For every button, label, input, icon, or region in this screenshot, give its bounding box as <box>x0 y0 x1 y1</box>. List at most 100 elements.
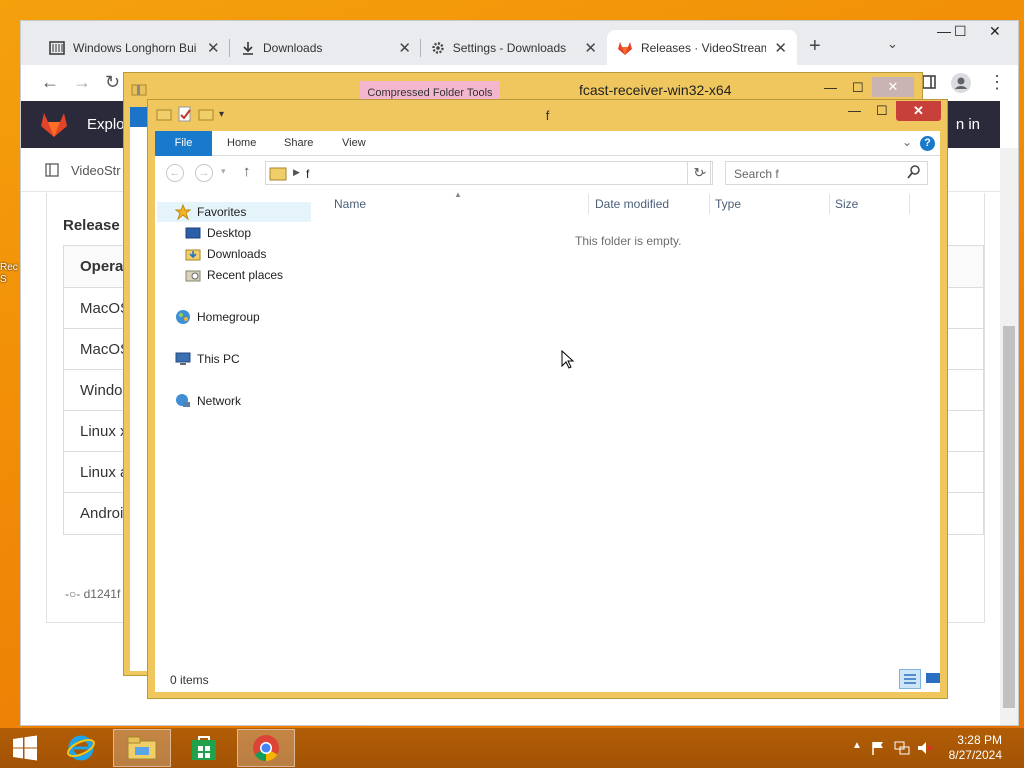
taskbar-store[interactable] <box>175 729 233 767</box>
network-icon <box>176 394 190 407</box>
new-tab-icon[interactable]: + <box>809 35 821 58</box>
sidebar-toggle-icon[interactable] <box>45 163 59 177</box>
nav-label: Homegroup <box>197 310 260 324</box>
homegroup-icon <box>176 310 190 324</box>
tab-home[interactable]: Home <box>227 131 256 156</box>
action-center-flag-icon[interactable] <box>870 740 886 756</box>
downloads-folder-icon <box>185 249 201 261</box>
column-type[interactable]: Type <box>715 190 741 218</box>
minimize-icon[interactable]: — <box>848 101 861 121</box>
page-scrollbar[interactable] <box>1000 148 1018 725</box>
minimize-icon[interactable]: — <box>824 78 837 98</box>
clock-time: 3:28 PM <box>957 733 1002 747</box>
tab-title: Settings - Downloads <box>452 40 567 55</box>
tab-windows-longhorn[interactable]: Windows Longhorn Bui ✕ <box>39 30 231 65</box>
column-divider[interactable] <box>709 194 710 214</box>
tab-file[interactable]: File <box>155 131 212 156</box>
menu-icon[interactable]: ⋮ <box>988 72 1006 93</box>
nav-desktop[interactable]: Desktop <box>185 223 251 243</box>
star-icon <box>175 204 191 220</box>
windows-logo-icon <box>13 735 37 761</box>
close-icon[interactable]: ✕ <box>896 101 941 121</box>
maximize-icon[interactable]: ☐ <box>876 101 888 121</box>
folder-zip-icon <box>131 84 147 96</box>
up-icon[interactable]: ↑ <box>243 163 251 180</box>
network-tray-icon[interactable] <box>894 740 910 756</box>
taskbar: ▲ 3:28 PM 8/27/2024 <box>0 728 1024 768</box>
window-title: f <box>545 108 550 123</box>
sign-in-link[interactable]: n in <box>956 116 980 133</box>
nav-label: This PC <box>197 352 240 366</box>
nav-recent-places[interactable]: Recent places <box>185 265 283 285</box>
back-icon[interactable]: ← <box>41 72 59 93</box>
explorer-content: Favorites Desktop Downloads Recent place… <box>155 190 940 668</box>
details-view-button[interactable] <box>899 669 921 689</box>
tab-settings-downloads[interactable]: Settings - Downloads ✕ <box>421 30 607 65</box>
address-input[interactable]: ▶ f ⌄ <box>265 161 713 185</box>
nav-network[interactable]: Network <box>175 391 241 411</box>
back-icon[interactable]: ← <box>166 164 184 182</box>
chrome-tabstrip: Windows Longhorn Bui ✕ Downloads ✕ Setti… <box>21 21 1018 65</box>
tab-close-icon[interactable]: ✕ <box>774 39 787 57</box>
large-icons-view-button[interactable] <box>923 669 945 689</box>
clock[interactable]: 3:28 PM 8/27/2024 <box>949 733 1002 763</box>
forward-icon[interactable]: → <box>73 72 91 93</box>
nav-label: Desktop <box>207 226 252 240</box>
tab-view[interactable]: View <box>342 131 366 156</box>
commit-hash: d1241f <box>83 587 121 601</box>
maximize-icon[interactable]: ☐ <box>954 23 967 40</box>
minimize-icon[interactable]: — <box>937 23 951 39</box>
search-icon[interactable] <box>907 165 921 179</box>
close-icon[interactable]: ✕ <box>872 77 914 97</box>
recent-locations-icon[interactable]: ▾ <box>221 166 226 177</box>
sort-caret-icon: ▲ <box>454 190 462 199</box>
column-date-modified[interactable]: Date modified <box>595 190 669 218</box>
column-name[interactable]: Name <box>334 190 366 218</box>
column-divider[interactable] <box>588 194 589 214</box>
reload-icon[interactable]: ↻ <box>105 72 120 93</box>
column-divider[interactable] <box>909 194 910 214</box>
gitlab-logo-icon[interactable] <box>39 109 69 139</box>
nav-label: Recent places <box>207 268 284 282</box>
tab-close-icon[interactable]: ✕ <box>398 39 411 57</box>
desktop-icon-label[interactable]: Rec S <box>0 262 22 286</box>
tab-downloads[interactable]: Downloads ✕ <box>231 30 421 65</box>
breadcrumb-arrow-icon[interactable]: ▶ <box>293 167 300 178</box>
taskbar-internet-explorer[interactable] <box>52 729 110 767</box>
desktop-icon <box>185 227 201 239</box>
details-view-icon <box>904 674 916 684</box>
breadcrumb[interactable]: VideoStr <box>71 163 121 178</box>
nav-downloads[interactable]: Downloads <box>185 244 266 264</box>
close-icon[interactable]: ✕ <box>989 23 1001 40</box>
tab-releases-videostream[interactable]: Releases · VideoStream ✕ <box>607 30 797 65</box>
explorer-window[interactable]: ▾ f — ☐ ✕ File Home Share View ⌄ ? ← → ▾… <box>147 99 948 699</box>
commit-ref[interactable]: -○- d1241f <box>65 587 120 601</box>
address-path: f <box>306 167 310 181</box>
start-button[interactable] <box>0 729 50 767</box>
explore-link[interactable]: Explo <box>87 116 125 133</box>
nav-this-pc[interactable]: This PC <box>175 349 240 369</box>
column-divider[interactable] <box>829 194 830 214</box>
column-size[interactable]: Size <box>835 190 858 218</box>
search-placeholder: Search f <box>734 167 779 181</box>
tab-close-icon[interactable]: ✕ <box>207 39 220 57</box>
forward-icon[interactable]: → <box>195 164 213 182</box>
search-input[interactable]: Search f <box>725 161 928 185</box>
volume-muted-icon[interactable] <box>917 740 933 756</box>
nav-favorites[interactable]: Favorites <box>157 202 311 222</box>
profile-icon[interactable] <box>951 73 971 93</box>
taskbar-file-explorer[interactable] <box>113 729 171 767</box>
tab-close-icon[interactable]: ✕ <box>584 39 597 57</box>
maximize-icon[interactable]: ☐ <box>852 78 864 98</box>
taskbar-chrome[interactable] <box>237 729 295 767</box>
help-icon[interactable]: ? <box>920 136 935 151</box>
nav-homegroup[interactable]: Homegroup <box>175 307 260 327</box>
scrollbar-thumb[interactable] <box>1003 326 1015 708</box>
chevron-down-icon[interactable]: ⌄ <box>902 135 912 149</box>
show-hidden-icons-icon[interactable]: ▲ <box>852 740 862 751</box>
chevron-down-icon[interactable]: ⌄ <box>887 36 898 52</box>
refresh-icon[interactable]: ↻ <box>687 161 711 185</box>
explorer-titlebar[interactable]: ▾ f — ☐ ✕ <box>148 100 947 130</box>
side-panel-icon[interactable] <box>922 75 936 89</box>
tab-share[interactable]: Share <box>284 131 313 156</box>
